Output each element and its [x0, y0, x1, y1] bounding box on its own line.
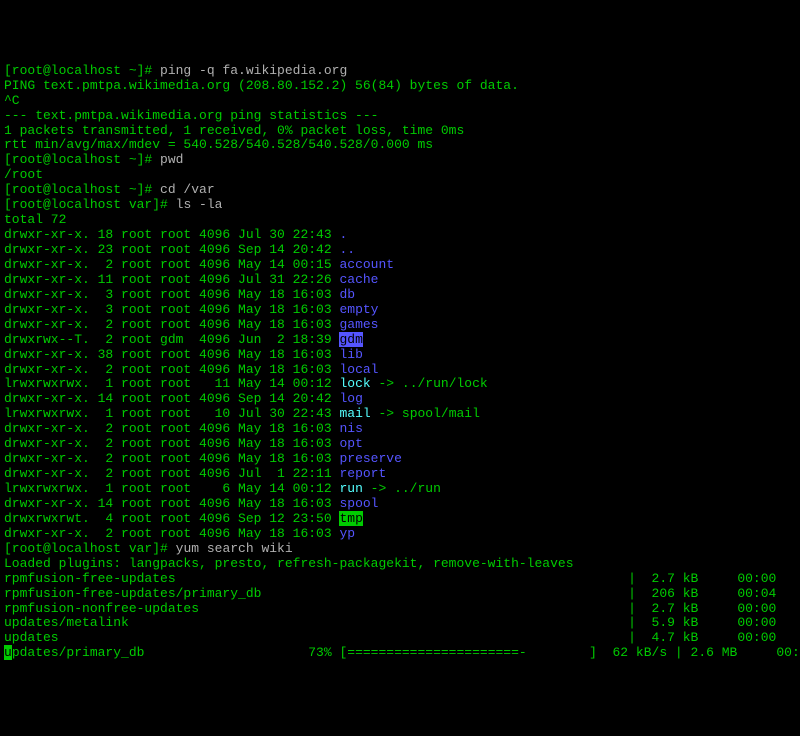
terminal-output[interactable]: [root@localhost ~]# ping -q fa.wikipedia…	[4, 64, 796, 662]
